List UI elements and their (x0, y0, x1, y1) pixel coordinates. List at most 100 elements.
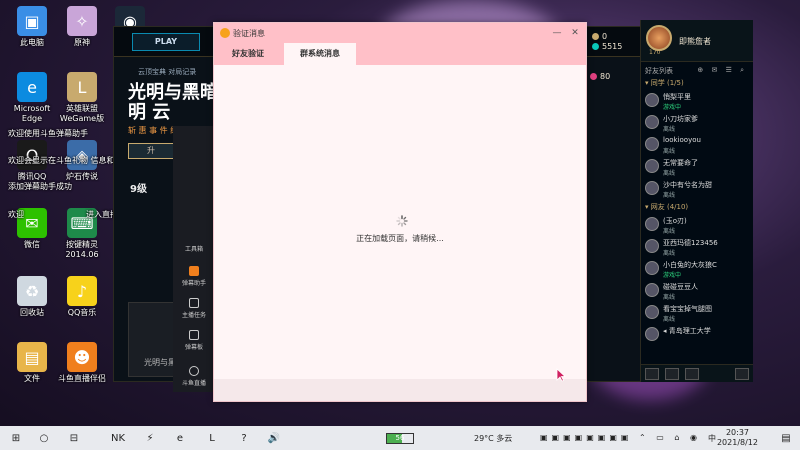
chat-button[interactable] (645, 368, 659, 380)
friend-avatar (645, 115, 659, 129)
friend-row[interactable]: (玉o刃) 离线 (643, 214, 751, 236)
taskbar-app-icon[interactable]: L (204, 430, 220, 446)
douyu-live-item[interactable]: 斗鱼直播 (179, 366, 209, 387)
friend-name: 小刀坊家爹 (663, 115, 698, 123)
app-logo-icon (220, 28, 230, 38)
token-icon (590, 73, 597, 80)
app-icon: ♪ (67, 276, 97, 306)
taskbar-app-icon[interactable]: ⊟ (66, 430, 82, 446)
tab-group-system-messages[interactable]: 群系统消息 (284, 43, 356, 65)
desktop-icon-label: 回收站 (20, 308, 44, 317)
settings-button[interactable] (735, 368, 749, 380)
close-icon[interactable]: ✕ (568, 26, 582, 40)
friend-row[interactable]: 亚西玛德123456 离线 (643, 236, 751, 258)
desktop-icon[interactable]: ▣ 此电脑 (6, 6, 58, 48)
dialog-tabs: 好友验证 群系统消息 (214, 43, 586, 65)
desktop-icon[interactable]: ♻ 回收站 (6, 276, 58, 318)
profile-header: 170 即熊詹者 (641, 20, 753, 62)
friend-status: 离线 (663, 250, 676, 257)
lol-level-text: 9级 (130, 184, 147, 195)
friend-row[interactable]: lookiooyou 离线 (643, 134, 751, 156)
friend-row[interactable]: 小刀坊家爹 离线 (643, 112, 751, 134)
friend-status: 离线 (663, 170, 676, 177)
toolbox-item[interactable]: 工具箱 (179, 244, 209, 253)
tray-icons[interactable]: ▣▣▣▣▣▣▣▣ ⌃ ▭ ⌂ ◉ (540, 433, 701, 442)
friend-row[interactable]: 碰碰豆豆人 离线 (643, 280, 751, 302)
friend-row[interactable]: 看宝宝掉气腿图 离线 (643, 302, 751, 324)
friend-group-title[interactable]: ▾ 网友 (4/10) (645, 202, 688, 212)
friend-name: 亚西玛德123456 (663, 239, 718, 247)
taskbar-app-icon[interactable]: ○ (36, 430, 52, 446)
taskbar-app-icon[interactable]: ⚡ (142, 430, 158, 446)
friend-name: (玉o刃) (663, 217, 687, 225)
friend-row[interactable]: ◂ 青岛理工大学 (643, 324, 751, 346)
battery-indicator[interactable]: 56 (386, 433, 414, 444)
danmaku-assistant-item[interactable]: 弹幕助手 (179, 266, 209, 287)
lol-sub-tabs[interactable]: 云顶宝典 对局记录 (138, 67, 196, 77)
desktop-icon[interactable]: ✧ 原神 (56, 6, 108, 48)
clock-time: 20:37 (725, 428, 750, 437)
app-icon: ☻ (67, 342, 97, 372)
live-icon (189, 366, 199, 376)
mission-button[interactable] (665, 368, 679, 380)
avatar[interactable] (646, 25, 672, 51)
voice-button[interactable] (685, 368, 699, 380)
danmaku-welcome-short: 欢迎 (8, 210, 24, 219)
lol-event-subtitle: 斩 惠 事 件 结 (128, 126, 179, 135)
friend-avatar (645, 93, 659, 107)
friend-avatar (645, 305, 659, 319)
taskbar-app-icon[interactable]: NK (110, 430, 126, 446)
app-icon: e (17, 72, 47, 102)
desktop-icon-label: 文件 (24, 374, 40, 383)
taskbar-app-icon[interactable]: ⊞ (8, 430, 24, 446)
weather-text[interactable]: 29°C 多云 (474, 433, 512, 444)
taskbar-app-icon[interactable]: e (172, 430, 188, 446)
desktop-icon[interactable]: e Microsoft Edge (6, 72, 58, 124)
friend-avatar (645, 137, 659, 151)
friend-status: 游戏中 (663, 104, 682, 111)
friend-status: 离线 (663, 228, 676, 235)
lol-upgrade-button[interactable]: 升 (128, 143, 174, 159)
desktop-icon-label: 英雄联盟 WeGame版 (59, 104, 105, 123)
friend-name: ◂ 青岛理工大学 (663, 327, 711, 335)
friend-name: 看宝宝掉气腿图 (663, 305, 712, 313)
minimize-icon[interactable]: — (550, 26, 564, 40)
friend-tools[interactable]: ⊕ ✉ ☰ ⌕ (697, 66, 747, 75)
tab-friend-verification[interactable]: 好友验证 (220, 43, 276, 65)
lol-event-title: 光明与黑暗 明 云 (128, 82, 218, 123)
desktop-icon[interactable]: ♪ QQ音乐 (56, 276, 108, 318)
friend-avatar (645, 261, 659, 275)
friend-avatar (645, 181, 659, 195)
friend-name: lookiooyou (663, 136, 701, 144)
ime-indicator[interactable]: 中 (708, 433, 716, 444)
desktop-icon[interactable]: ☻ 斗鱼直播伴侣 (56, 342, 108, 384)
taskbar-app-icon[interactable]: ? (236, 430, 252, 446)
desktop-icon-label: 斗鱼直播伴侣 (58, 374, 106, 383)
danmaku-board-item[interactable]: 弹幕板 (179, 330, 209, 351)
notification-icon[interactable]: ▤ (778, 430, 794, 446)
friend-status: 离线 (663, 294, 676, 301)
friend-row[interactable]: 无常要命了 离线 (643, 156, 751, 178)
friend-row[interactable]: 小白兔的大灰狼C 游戏中 (643, 258, 751, 280)
friend-group-title[interactable]: ▾ 同学 (1/5) (645, 78, 684, 88)
desktop-icon-label: Microsoft Edge (13, 104, 51, 123)
friend-status: 离线 (663, 126, 676, 133)
summoner-level: 170 (649, 49, 661, 56)
friend-name: 沙中有兮名为甜 (663, 181, 712, 189)
summoner-name: 即熊詹者 (679, 37, 711, 46)
clock-date: 2021/8/12 (716, 438, 758, 447)
danmaku-welcome-text: 欢迎使用斗鱼弹幕助手 (8, 129, 88, 138)
anchor-task-item[interactable]: 主播任务 (179, 298, 209, 319)
desktop-icon[interactable]: L 英雄联盟 WeGame版 (56, 72, 108, 124)
desktop-icon[interactable]: ▤ 文件 (6, 342, 58, 384)
clock[interactable]: 20:37 2021/8/12 (717, 428, 758, 448)
friend-row[interactable]: 悄梨平里 游戏中 (643, 90, 751, 112)
danmaku-success-text: 添加弹幕助手成功 (8, 182, 72, 191)
play-button[interactable]: PLAY (132, 33, 200, 51)
taskbar-app-icon[interactable]: 🔊 (266, 430, 282, 446)
desktop-icon-label: 原神 (74, 38, 90, 47)
verification-dialog: 验证消息 — ✕ 好友验证 群系统消息 正在加载页面，请稍候... (213, 22, 587, 402)
friend-row[interactable]: 沙中有兮名为甜 离线 (643, 178, 751, 200)
dialog-title: 验证消息 (233, 29, 265, 38)
friend-list-panel: 170 即熊詹者 好友列表 ⊕ ✉ ☰ ⌕ ▾ 同学 (1/5) 悄梨平里 游戏中小… (640, 20, 753, 382)
